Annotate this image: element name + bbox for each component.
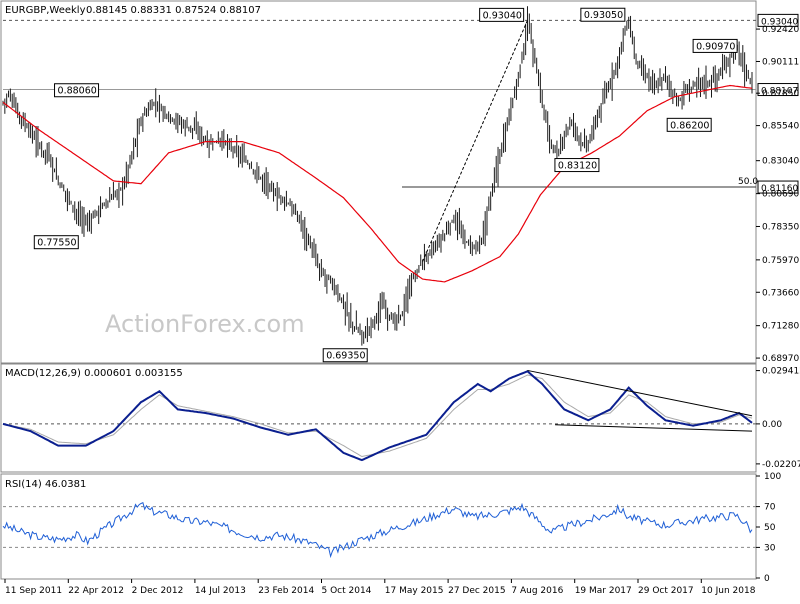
macd-panel-frame [0, 363, 757, 473]
x-axis-tick-label: 23 Feb 2014 [258, 586, 314, 596]
price-annotation-label: 0.77550 [37, 238, 76, 249]
x-axis-tick-label: 14 Jul 2013 [195, 586, 246, 596]
price-axis: 0.92420 0.90111 0.87850 0.85540 0.83040 0.806… [756, 25, 799, 364]
price-annotation-label: 0.93050 [584, 10, 623, 21]
x-axis-tick-label: 17 May 2015 [385, 586, 444, 596]
x-axis-tick-label: 29 Oct 2017 [638, 586, 694, 596]
macd-y-tick-label: 0.00 [762, 420, 782, 430]
x-axis-tick-label: 11 Sep 2011 [5, 586, 62, 596]
price-annotation-label: 0.88060 [58, 86, 97, 97]
rsi-y-tick-label: 100 [764, 472, 781, 482]
rsi-line [2, 502, 753, 559]
watermark: ActionForex.com [105, 310, 305, 338]
macd-y-tick-label: 0.029412 [762, 367, 800, 377]
macd-line [2, 370, 753, 462]
rsi-panel-frame [0, 473, 757, 580]
macd-series [2, 369, 753, 462]
x-axis-tick-label: 2 Dec 2012 [132, 586, 184, 596]
price-ohlc-readout: 0.88145 0.88331 0.87524 0.88107 [86, 5, 261, 16]
price-y-tick-label: 0.92420 [762, 25, 799, 35]
price-y-tick-label: 0.68970 [762, 354, 799, 364]
price-series [2, 6, 753, 346]
price-y-tick-label: 0.80690 [762, 190, 799, 200]
price-annotation-label: 0.83120 [558, 161, 597, 172]
rsi-title: RSI(14) 46.0381 [5, 479, 86, 490]
chart-root: ActionForex.com EURGBP,Weekly 0.88145 0.… [0, 0, 800, 600]
x-axis-tick-label: 27 Dec 2015 [448, 586, 506, 596]
x-axis-tick-label: 22 Apr 2012 [68, 586, 124, 596]
rsi-y-tick-label: 30 [764, 543, 776, 553]
fib-level-label: 50.0 [738, 177, 758, 187]
price-y-tick-label: 0.87850 [762, 89, 799, 99]
price-y-tick-label: 0.90111 [762, 57, 799, 67]
macd-axis: 0.029412 0.00 -0.022074 [3, 367, 800, 470]
macd-y-tick-label: -0.022074 [762, 460, 800, 470]
price-annotation-label: 0.69350 [326, 351, 365, 362]
price-levels: 0.930400.881070.8116050.0 [3, 13, 799, 194]
macd-trendline [527, 369, 753, 417]
x-axis-tick-label: 5 Oct 2014 [322, 586, 372, 596]
rsi-y-tick-label: 70 [764, 503, 776, 513]
x-axis: 11 Sep 2011 22 Apr 2012 2 Dec 2012 14 Jul 2… [4, 579, 756, 596]
x-axis-tick-label: 19 Mar 2017 [575, 586, 632, 596]
rsi-y-tick-label: 0 [764, 574, 770, 584]
price-y-tick-label: 0.73660 [762, 288, 799, 298]
price-trendline [422, 20, 528, 262]
chart-svg: ActionForex.com EURGBP,Weekly 0.88145 0.… [0, 0, 800, 596]
price-y-tick-label: 0.71280 [762, 322, 799, 332]
price-annotation-label: 0.93040 [483, 10, 522, 21]
macd-trendline [555, 424, 753, 432]
rsi-y-tick-label: 50 [764, 523, 776, 533]
rsi-series [2, 502, 753, 559]
x-axis-tick-label: 10 Jun 2018 [701, 586, 755, 596]
price-y-tick-label: 0.83040 [762, 157, 799, 167]
price-y-tick-label: 0.78350 [762, 222, 799, 232]
price-annotation-label: 0.90970 [696, 41, 735, 52]
x-axis-tick-label: 7 Aug 2016 [511, 586, 563, 596]
macd-signal-line [2, 374, 753, 458]
price-annotation-label: 0.86200 [670, 120, 709, 131]
moving-average-line [2, 84, 753, 283]
macd-title: MACD(12,26,9) 0.000601 0.003155 [5, 368, 183, 379]
price-y-tick-label: 0.85540 [762, 122, 799, 132]
price-title: EURGBP,Weekly [5, 5, 86, 16]
price-y-tick-label: 0.75970 [762, 256, 799, 266]
